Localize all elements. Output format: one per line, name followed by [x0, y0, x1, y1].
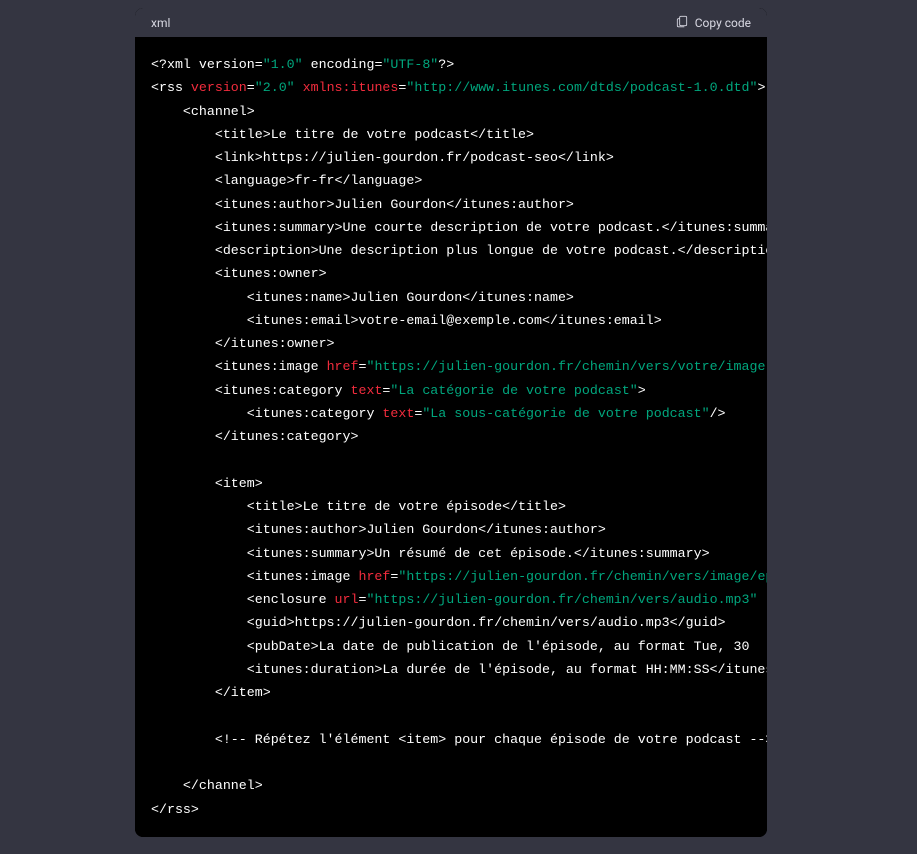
code-token [295, 80, 303, 95]
code-token: "2.0" [255, 80, 295, 95]
code-token: encoding= [303, 57, 383, 72]
code-token: url [335, 592, 359, 607]
code-token: href [327, 359, 359, 374]
code-token: "1.0" [263, 57, 303, 72]
code-token: <description>Une description plus longue… [151, 243, 767, 258]
code-token: <!-- Répétez l'élément <item> pour chaqu… [151, 732, 767, 747]
code-token: "https://julien-gourdon.fr/chemin/vers/i… [398, 569, 767, 584]
code-token: "https://julien-gourdon.fr/chemin/vers/v… [366, 359, 767, 374]
code-token: <guid>https://julien-gourdon.fr/chemin/v… [151, 615, 726, 630]
copy-code-button[interactable]: Copy code [675, 14, 751, 31]
code-token: = [247, 80, 255, 95]
code-token: <itunes:image [151, 569, 358, 584]
code-token: "La catégorie de votre podcast" [390, 383, 637, 398]
clipboard-icon [675, 14, 689, 31]
code-token: <itunes:email>votre-email@exemple.com</i… [151, 313, 662, 328]
code-token: text [351, 383, 383, 398]
code-token: <itunes:category [151, 383, 351, 398]
code-token: <itunes:name>Julien Gourdon</itunes:name… [151, 290, 574, 305]
code-token: <rss [151, 80, 191, 95]
code-token: </rss> [151, 802, 199, 817]
code-token: <itunes:category [151, 406, 382, 421]
code-token: <itunes:duration>La durée de l'épisode, … [151, 662, 767, 677]
code-token: <itunes:image [151, 359, 327, 374]
code-token: length [765, 592, 767, 607]
code-token: <title>Le titre de votre épisode</title> [151, 499, 566, 514]
code-token: <pubDate>La date de publication de l'épi… [151, 639, 757, 654]
code-token: xmlns:itunes [303, 80, 399, 95]
code-token: </itunes:owner> [151, 336, 335, 351]
code-token: text [382, 406, 414, 421]
code-token: </itunes:category> [151, 429, 358, 444]
code-token: <itunes:summary>Une courte description d… [151, 220, 767, 235]
code-token: "https://julien-gourdon.fr/chemin/vers/a… [366, 592, 757, 607]
code-token: "http://www.itunes.com/dtds/podcast-1.0.… [406, 80, 757, 95]
code-token: version [191, 80, 247, 95]
code-token: <itunes:author>Julien Gourdon</itunes:au… [151, 197, 574, 212]
code-token: > [758, 80, 766, 95]
code-token: <language>fr-fr</language> [151, 173, 422, 188]
code-token: <item> [151, 476, 263, 491]
code-block: xml Copy code <?xml version="1.0" encodi… [135, 8, 767, 837]
code-token: <link>https://julien-gourdon.fr/podcast-… [151, 150, 614, 165]
code-token: <title>Le titre de votre podcast</title> [151, 127, 534, 142]
code-token: <enclosure [151, 592, 335, 607]
code-token: <itunes:owner> [151, 266, 327, 281]
code-token: <itunes:summary>Un résumé de cet épisode… [151, 546, 710, 561]
code-token: "La sous-catégorie de votre podcast" [422, 406, 709, 421]
code-token: </channel> [151, 778, 263, 793]
code-token: "UTF-8" [382, 57, 438, 72]
code-token: <?xml version= [151, 57, 263, 72]
copy-code-label: Copy code [695, 16, 751, 30]
code-token: ?> [438, 57, 454, 72]
language-label: xml [151, 16, 170, 30]
code-token: /> [710, 406, 726, 421]
code-token: <itunes:author>Julien Gourdon</itunes:au… [151, 522, 606, 537]
code-token: > [638, 383, 646, 398]
code-token: <channel> [151, 104, 255, 119]
code-header: xml Copy code [135, 8, 767, 37]
code-token: href [358, 569, 390, 584]
code-content[interactable]: <?xml version="1.0" encoding="UTF-8"?> <… [135, 37, 767, 837]
code-token: </item> [151, 685, 271, 700]
